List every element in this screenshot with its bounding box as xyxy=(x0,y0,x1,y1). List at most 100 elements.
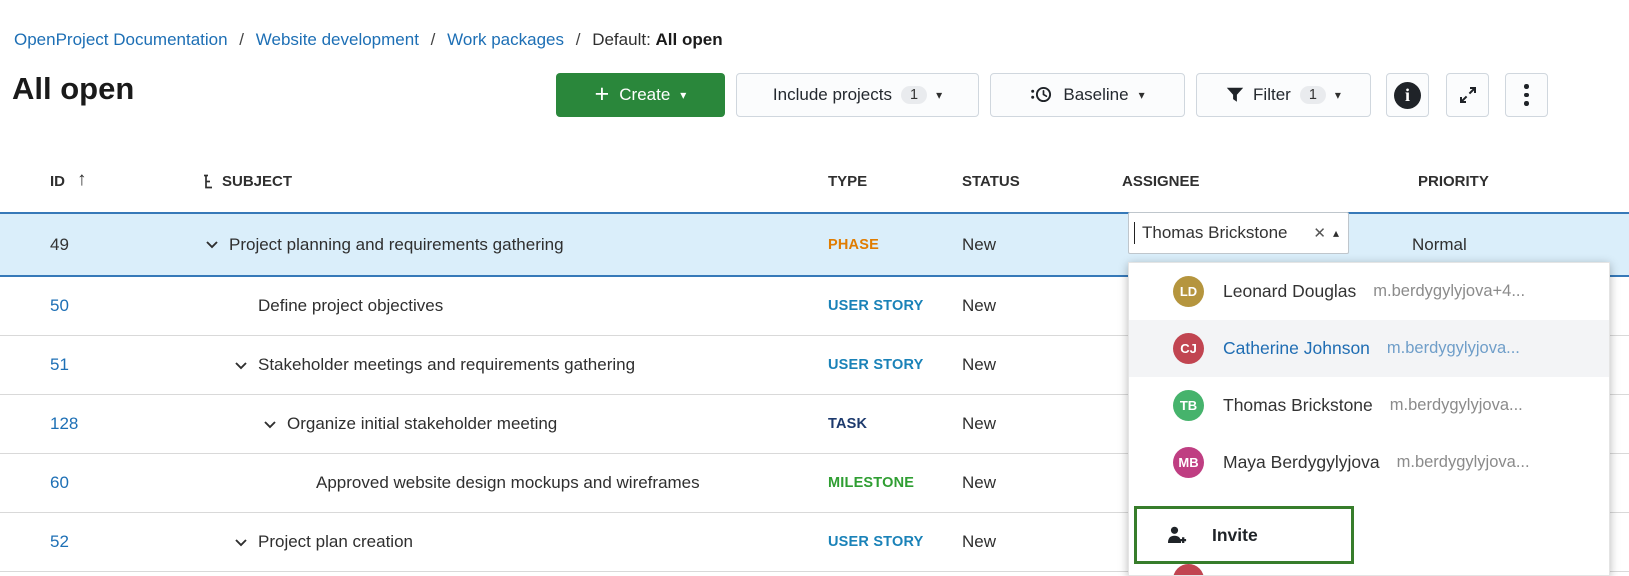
chevron-down-icon: ▾ xyxy=(680,89,686,101)
column-header-assignee[interactable]: ASSIGNEE xyxy=(1122,150,1200,212)
breadcrumb-separator: / xyxy=(239,30,244,49)
work-package-id-link[interactable]: 60 xyxy=(50,454,69,512)
baseline-button-label: Baseline xyxy=(1063,85,1128,105)
work-package-id-link[interactable]: 50 xyxy=(50,277,69,335)
kebab-menu-icon xyxy=(1524,84,1529,106)
status-cell[interactable]: New xyxy=(962,336,996,394)
avatar: LD xyxy=(1173,276,1204,307)
work-package-id-link[interactable]: 49 xyxy=(50,214,69,275)
include-projects-count-badge: 1 xyxy=(901,86,927,104)
column-header-id[interactable]: ID ↑ xyxy=(50,150,87,212)
status-cell[interactable]: New xyxy=(962,395,996,453)
assignee-option[interactable]: MB Maya Berdygylyjova m.berdygylyjova... xyxy=(1129,434,1609,491)
chevron-down-icon: ▾ xyxy=(1139,89,1145,101)
chevron-up-icon[interactable]: ▴ xyxy=(1333,226,1339,240)
assignee-option[interactable]: LD Leonard Douglas m.berdygylyjova+4... xyxy=(1129,263,1609,320)
type-cell[interactable]: PHASE xyxy=(828,214,879,275)
fullscreen-button[interactable] xyxy=(1446,73,1489,117)
column-header-subject[interactable]: SUBJECT xyxy=(203,150,292,212)
collapse-chevron-icon[interactable] xyxy=(263,395,277,453)
collapse-chevron-icon[interactable] xyxy=(205,214,219,275)
create-button[interactable]: + Create ▾ xyxy=(556,73,725,117)
page-title: All open xyxy=(12,71,134,107)
breadcrumb-link-subproject[interactable]: Website development xyxy=(256,30,419,49)
subject-cell[interactable]: Stakeholder meetings and requirements ga… xyxy=(258,336,635,394)
toolbar: + Create ▾ Include projects 1 ▾ Baseline… xyxy=(556,73,1548,117)
subject-cell[interactable]: Organize initial stakeholder meeting xyxy=(287,395,557,453)
status-cell[interactable]: New xyxy=(962,513,996,571)
expand-icon xyxy=(1458,85,1478,105)
column-header-subject-label: SUBJECT xyxy=(222,173,292,190)
assignee-editor-value[interactable]: Thomas Brickstone xyxy=(1142,223,1306,243)
work-package-id-link[interactable]: 51 xyxy=(50,336,69,394)
filter-button-label: Filter xyxy=(1253,85,1291,105)
avatar xyxy=(1173,564,1204,576)
assignee-option[interactable]: TB Thomas Brickstone m.berdygylyjova... xyxy=(1129,377,1609,434)
column-header-id-label: ID xyxy=(50,173,65,190)
subject-cell[interactable]: Define project objectives xyxy=(258,277,443,335)
more-options-button[interactable] xyxy=(1505,73,1548,117)
invite-user-icon xyxy=(1167,526,1188,545)
assignee-option-name: Leonard Douglas xyxy=(1223,281,1356,302)
baseline-button[interactable]: Baseline ▾ xyxy=(990,73,1185,117)
assignee-option-name: Thomas Brickstone xyxy=(1223,395,1373,416)
breadcrumb: OpenProject Documentation / Website deve… xyxy=(14,30,723,50)
avatar: CJ xyxy=(1173,333,1204,364)
hierarchy-icon[interactable] xyxy=(203,174,216,189)
plus-icon: + xyxy=(595,82,610,107)
work-package-id-link[interactable]: 128 xyxy=(50,395,78,453)
filter-funnel-icon xyxy=(1226,87,1244,103)
subject-cell[interactable]: Approved website design mockups and wire… xyxy=(316,454,700,512)
collapse-chevron-icon[interactable] xyxy=(234,513,248,571)
breadcrumb-link-work-packages[interactable]: Work packages xyxy=(447,30,564,49)
breadcrumb-separator: / xyxy=(431,30,436,49)
sort-ascending-icon: ↑ xyxy=(77,169,87,191)
avatar: MB xyxy=(1173,447,1204,478)
info-button[interactable]: i xyxy=(1386,73,1429,117)
status-cell[interactable]: New xyxy=(962,277,996,335)
column-header-type[interactable]: TYPE xyxy=(828,150,867,212)
assignee-option[interactable]: CJ Catherine Johnson m.berdygylyjova... xyxy=(1129,320,1609,377)
type-cell[interactable]: MILESTONE xyxy=(828,454,914,512)
chevron-down-icon: ▾ xyxy=(1335,89,1341,101)
subject-cell[interactable]: Project plan creation xyxy=(258,513,413,571)
breadcrumb-current: Default: All open xyxy=(592,30,722,49)
breadcrumb-link-project[interactable]: OpenProject Documentation xyxy=(14,30,228,49)
type-cell[interactable]: TASK xyxy=(828,395,867,453)
avatar: TB xyxy=(1173,390,1204,421)
column-header-status[interactable]: STATUS xyxy=(962,150,1020,212)
create-button-label: Create xyxy=(619,85,670,105)
text-cursor xyxy=(1134,222,1135,244)
table-header: ID ↑ SUBJECT TYPE STATUS ASSIGNEE PRIORI… xyxy=(0,150,1629,212)
invite-button[interactable]: Invite xyxy=(1134,506,1354,564)
type-cell[interactable]: USER STORY xyxy=(828,513,923,571)
info-icon: i xyxy=(1394,82,1421,109)
assignee-option-name: Maya Berdygylyjova xyxy=(1223,452,1380,473)
subject-cell[interactable]: Project planning and requirements gather… xyxy=(229,214,564,275)
breadcrumb-current-view: All open xyxy=(656,30,723,49)
work-package-id-link[interactable]: 52 xyxy=(50,513,69,571)
column-header-priority[interactable]: PRIORITY xyxy=(1418,150,1489,212)
type-cell[interactable]: USER STORY xyxy=(828,277,923,335)
assignee-option-email: m.berdygylyjova... xyxy=(1387,339,1520,358)
type-cell[interactable]: USER STORY xyxy=(828,336,923,394)
breadcrumb-default-label: Default: xyxy=(592,30,651,49)
status-cell[interactable]: New xyxy=(962,214,996,275)
invite-button-label: Invite xyxy=(1212,525,1258,546)
status-cell[interactable]: New xyxy=(962,454,996,512)
assignee-option-name: Catherine Johnson xyxy=(1223,338,1370,359)
assignee-editor-combobox[interactable]: Thomas Brickstone ✕ ▴ xyxy=(1128,212,1349,254)
baseline-icon xyxy=(1030,85,1053,105)
assignee-option-email: m.berdygylyjova... xyxy=(1397,453,1530,472)
filter-count-badge: 1 xyxy=(1300,86,1326,104)
include-projects-button[interactable]: Include projects 1 ▾ xyxy=(736,73,979,117)
assignee-option-email: m.berdygylyjova... xyxy=(1390,396,1523,415)
chevron-down-icon: ▾ xyxy=(936,89,942,101)
filter-button[interactable]: Filter 1 ▾ xyxy=(1196,73,1371,117)
assignee-dropdown: LD Leonard Douglas m.berdygylyjova+4... … xyxy=(1128,262,1610,576)
include-projects-label: Include projects xyxy=(773,85,892,105)
clear-icon[interactable]: ✕ xyxy=(1313,224,1326,242)
collapse-chevron-icon[interactable] xyxy=(234,336,248,394)
breadcrumb-separator: / xyxy=(576,30,581,49)
assignee-option-email: m.berdygylyjova+4... xyxy=(1373,282,1525,301)
